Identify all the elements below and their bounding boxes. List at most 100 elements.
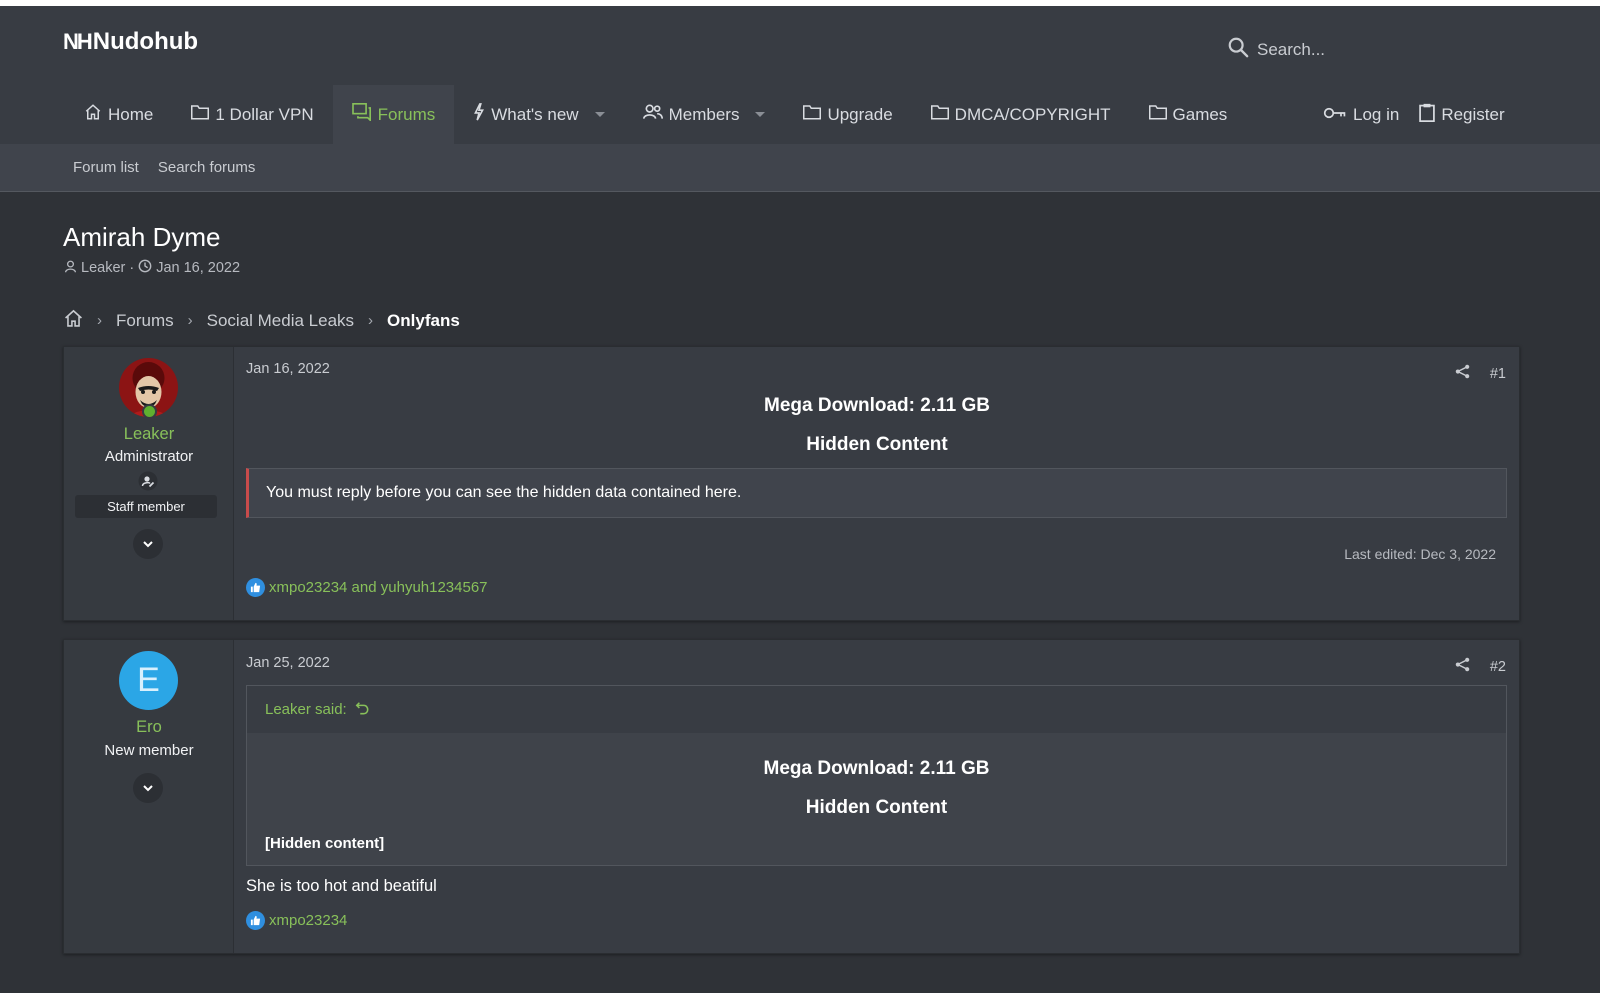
user-title: New member	[104, 742, 194, 759]
nav-dmca-copyright[interactable]: DMCA/COPYRIGHT	[912, 85, 1130, 144]
post-2-user-cell: E Ero New member	[64, 640, 234, 953]
key-icon	[1323, 105, 1347, 125]
register-link[interactable]: Register	[1419, 103, 1505, 127]
post-username[interactable]: Ero	[64, 718, 234, 737]
breadcrumb-forums[interactable]: Forums	[116, 311, 174, 331]
nav-whats-new-label: What's new	[491, 104, 579, 124]
chevron-right-icon: ›	[97, 312, 102, 329]
bolt-icon	[473, 103, 485, 126]
nav-forums-label: Forums	[377, 104, 436, 124]
chevron-right-icon: ›	[187, 312, 193, 329]
nav-whats-new[interactable]: What's new	[454, 85, 623, 144]
post-headline: Mega Download: 2.11 GB	[764, 395, 990, 416]
reactions-bar: xmpo23234 and yuhyuh1234567	[246, 578, 488, 597]
user-icon	[64, 260, 77, 277]
quote-jump-icon[interactable]	[355, 701, 369, 719]
nav-members-label: Members	[668, 104, 740, 124]
expand-user-button[interactable]	[133, 529, 163, 559]
post-1-user-cell: Leaker Administrator Staff member	[64, 347, 234, 620]
hidden-content-notice: You must reply before you can see the hi…	[246, 468, 1507, 518]
chevron-down-icon	[142, 535, 154, 553]
expand-user-button[interactable]	[133, 773, 163, 803]
reactions-users[interactable]: xmpo23234 and yuhyuh1234567	[269, 579, 488, 596]
sub-nav: Forum list Search forums	[0, 144, 1600, 192]
login-label: Log in	[1353, 104, 1400, 124]
quote-block: Leaker said: Mega Download: 2.11 GB Hidd…	[246, 685, 1507, 866]
user-title: Administrator	[104, 448, 194, 465]
nav-dmca-copyright-label: DMCA/COPYRIGHT	[954, 104, 1111, 124]
forums-icon	[351, 103, 372, 126]
nav-upgrade[interactable]: Upgrade	[784, 85, 911, 144]
reactions-users[interactable]: xmpo23234	[269, 912, 347, 929]
post-subheadline: Hidden Content	[806, 434, 948, 455]
reactions-bar: xmpo23234	[246, 911, 347, 930]
search-forums-link[interactable]: Search forums	[158, 159, 256, 176]
like-icon	[246, 911, 265, 930]
nav-upgrade-label: Upgrade	[827, 104, 893, 124]
chevron-down-icon[interactable]	[755, 112, 766, 117]
post-1-message: Jan 16, 2022 #1 Mega Download: 2.11 GB H…	[235, 347, 1519, 620]
logo-mark: NH	[63, 29, 93, 54]
search-icon[interactable]	[1227, 36, 1249, 63]
folder-icon	[191, 104, 210, 125]
forum-list-link[interactable]: Forum list	[73, 159, 139, 176]
avatar[interactable]: E	[119, 651, 178, 710]
thread-author[interactable]: Leaker	[81, 260, 125, 276]
post-actions: #1	[1455, 364, 1506, 383]
staff-badge: Staff member	[75, 495, 217, 518]
account-nav: Log in Register	[1323, 85, 1505, 144]
breadcrumb: › Forums › Social Media Leaks › Onlyfans	[64, 309, 460, 332]
post-number[interactable]: #2	[1490, 659, 1506, 675]
folder-icon	[1148, 104, 1167, 125]
hidden-notice-text: You must reply before you can see the hi…	[266, 484, 742, 501]
home-icon[interactable]	[64, 309, 83, 332]
thread-date[interactable]: Jan 16, 2022	[156, 260, 240, 276]
thread-meta: Leaker · Jan 16, 2022	[64, 259, 240, 277]
nav-forums[interactable]: Forums	[332, 85, 455, 144]
post-date[interactable]: Jan 25, 2022	[246, 655, 330, 671]
post-body: She is too hot and beatiful	[246, 877, 437, 895]
nav-home[interactable]: Home	[65, 85, 172, 144]
page-title: Amirah Dyme	[63, 222, 221, 252]
search-input[interactable]: Search...	[1257, 40, 1325, 60]
meta-separator: ·	[129, 260, 135, 276]
last-edited: Last edited: Dec 3, 2022	[1344, 546, 1496, 562]
breadcrumb-social-media-leaks[interactable]: Social Media Leaks	[207, 311, 354, 331]
members-icon	[642, 104, 663, 125]
folder-icon	[803, 104, 822, 125]
home-icon	[84, 103, 102, 126]
register-label: Register	[1441, 104, 1505, 124]
site-logo[interactable]: NH Nudohub	[63, 28, 198, 56]
quote-hidden-content: [Hidden content]	[265, 835, 385, 852]
search-box[interactable]: Search...	[1227, 36, 1325, 63]
post-username[interactable]: Leaker	[64, 425, 234, 444]
folder-icon	[930, 104, 949, 125]
quote-subheadline: Hidden Content	[805, 797, 948, 818]
clipboard-icon	[1419, 103, 1436, 127]
quote-author[interactable]: Leaker said:	[265, 701, 347, 718]
share-icon[interactable]	[1455, 657, 1470, 676]
post-number[interactable]: #1	[1490, 366, 1506, 382]
quote-headline: Mega Download: 2.11 GB	[763, 758, 990, 779]
chevron-down-icon	[142, 779, 154, 797]
post-1: Leaker Administrator Staff member Jan 16…	[63, 346, 1520, 621]
post-2: E Ero New member Jan 25, 2022 #2 Leaker …	[63, 639, 1520, 954]
online-status-icon	[142, 404, 157, 419]
post-actions: #2	[1455, 657, 1506, 676]
nav-games[interactable]: Games	[1130, 85, 1247, 144]
like-icon	[246, 578, 265, 597]
login-link[interactable]: Log in	[1323, 105, 1399, 125]
user-edit-icon	[138, 471, 158, 496]
nav-1-dollar-vpn-label: 1 Dollar VPN	[215, 104, 314, 124]
post-date[interactable]: Jan 16, 2022	[246, 361, 330, 377]
nav-members[interactable]: Members	[624, 85, 785, 144]
nav-home-label: Home	[108, 104, 154, 124]
quote-header[interactable]: Leaker said:	[247, 686, 1506, 733]
nav-1-dollar-vpn[interactable]: 1 Dollar VPN	[172, 85, 332, 144]
logo-text: Nudohub	[92, 28, 199, 55]
breadcrumb-onlyfans[interactable]: Onlyfans	[387, 311, 460, 331]
chevron-right-icon: ›	[368, 312, 374, 329]
chevron-down-icon[interactable]	[594, 112, 605, 117]
nav-games-label: Games	[1172, 104, 1228, 124]
share-icon[interactable]	[1455, 364, 1470, 383]
